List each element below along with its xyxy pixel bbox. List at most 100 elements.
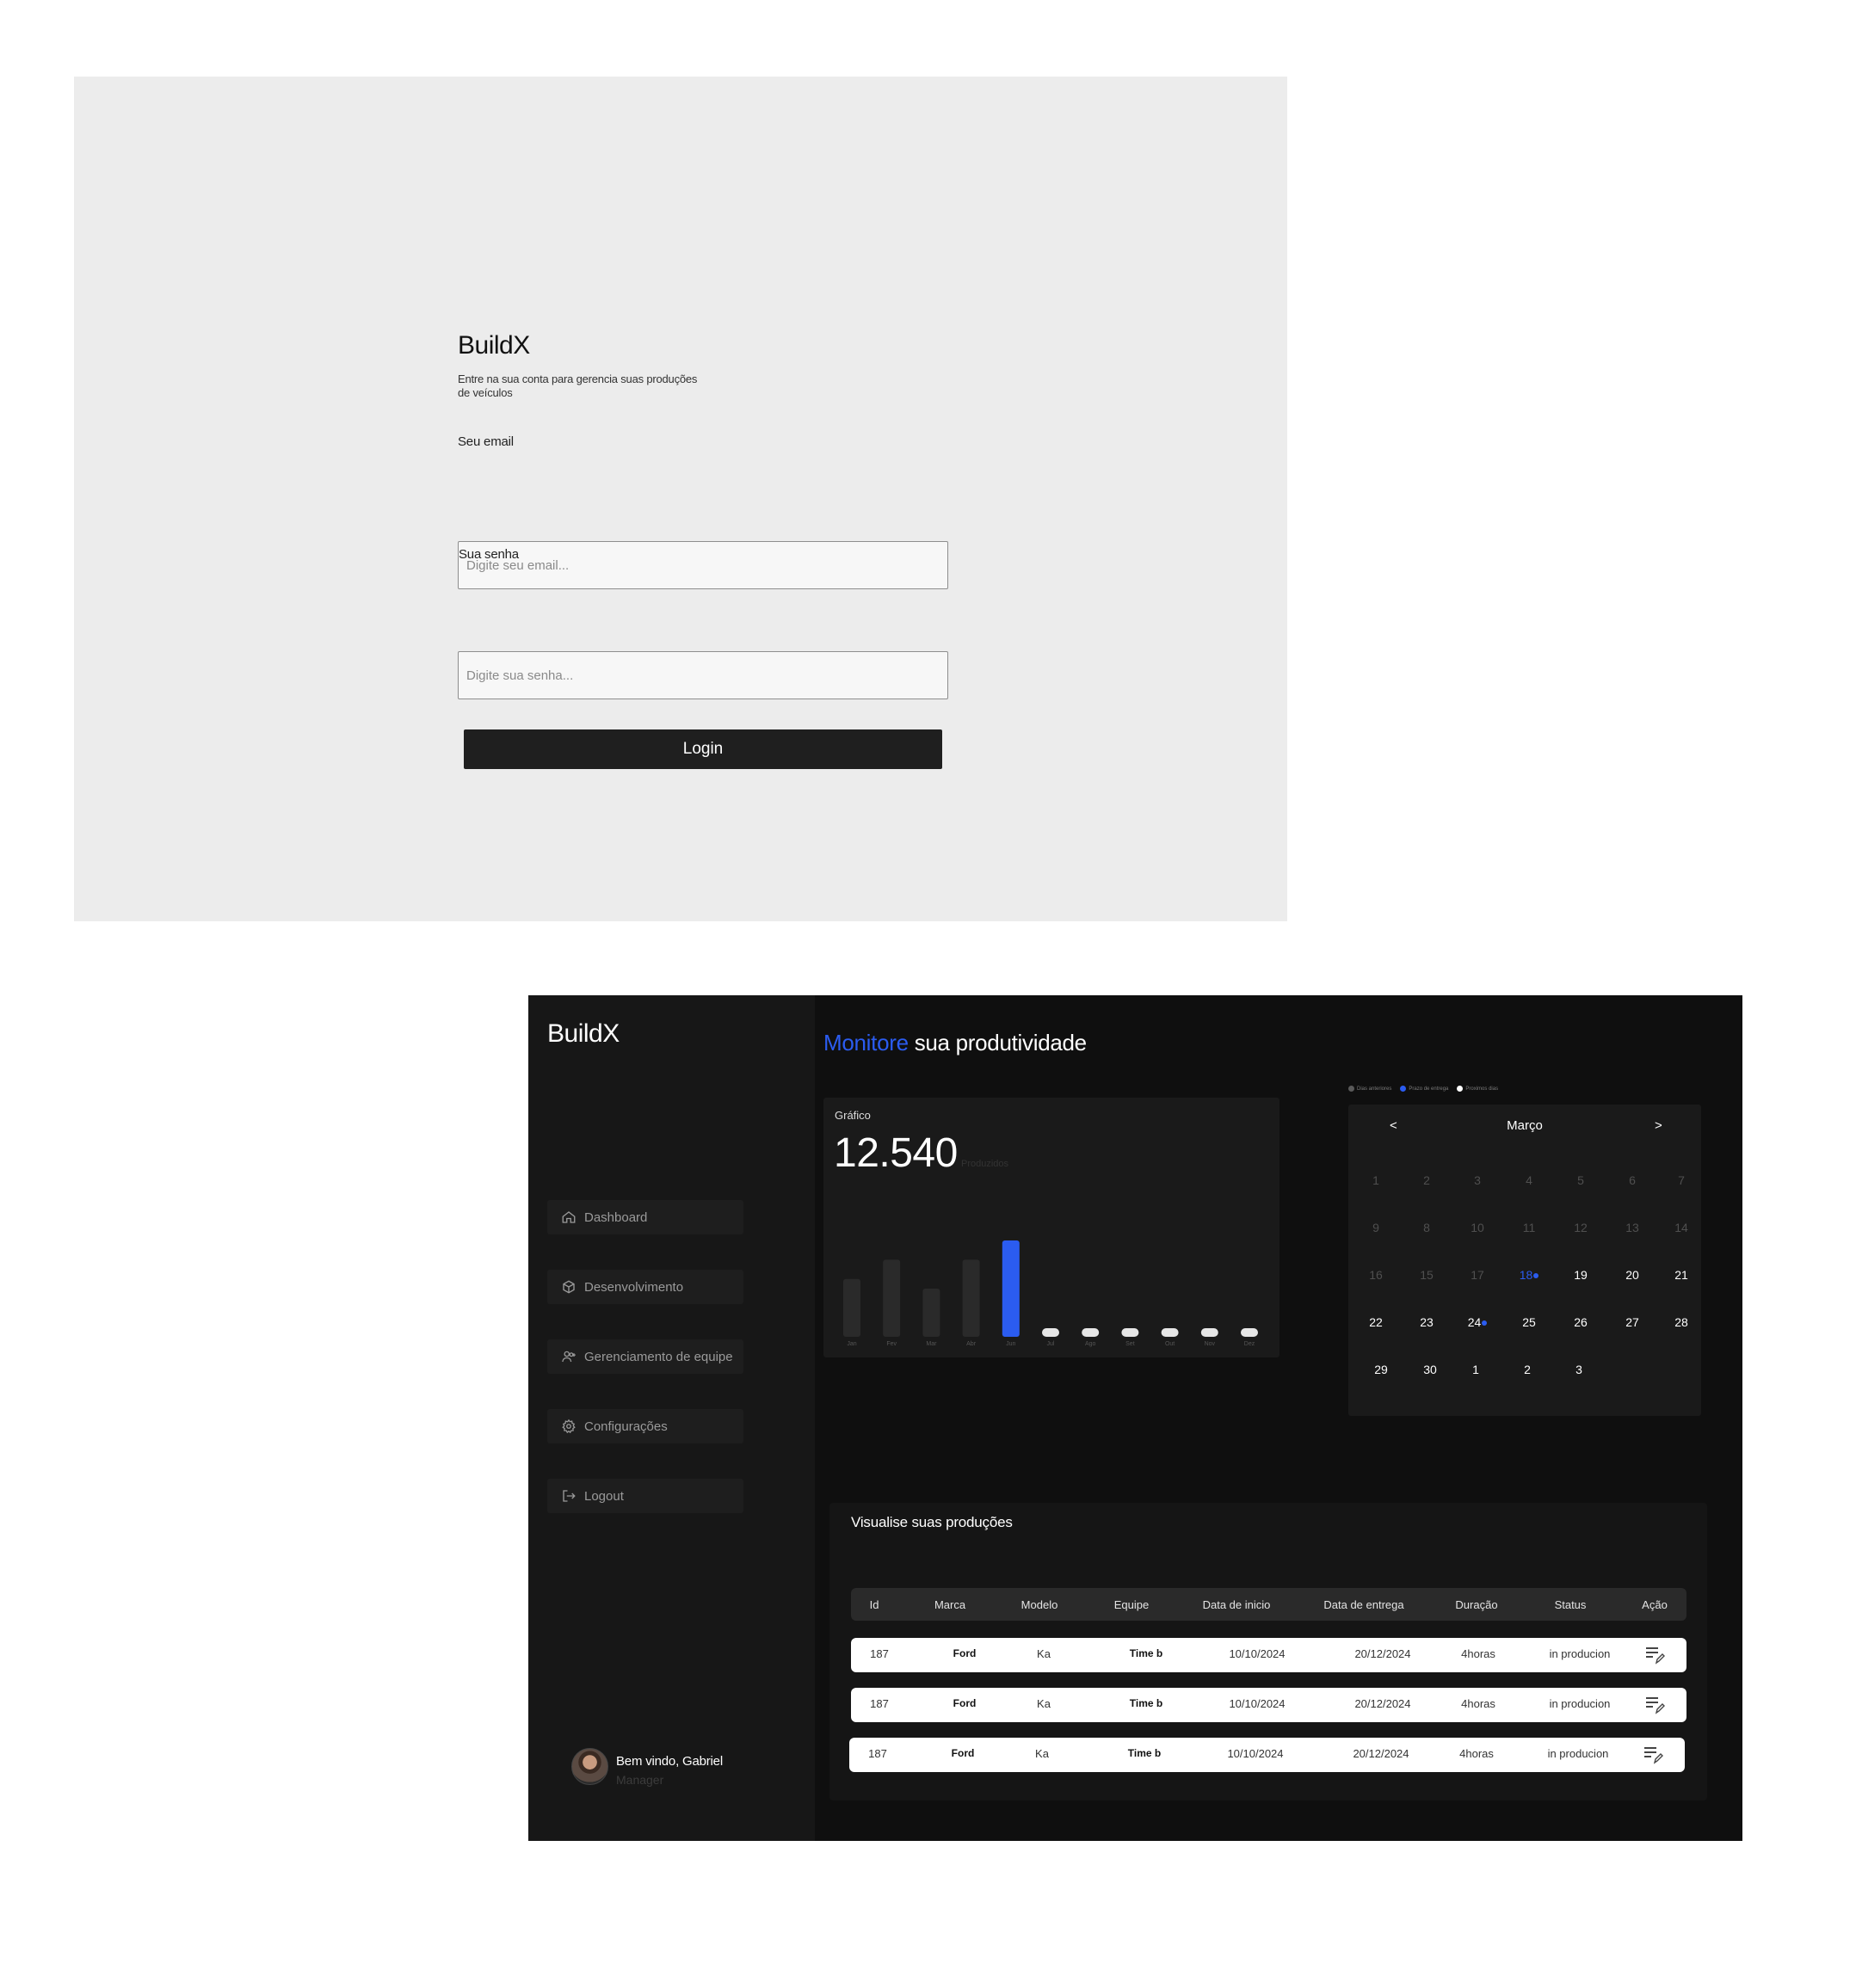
- table-cell: in producion: [1549, 1647, 1611, 1660]
- calendar-day[interactable]: 2: [1510, 1363, 1545, 1376]
- dashboard-logo: BuildX: [547, 1019, 620, 1048]
- table-row[interactable]: 187 Ford Ka Time b 10/10/2024 20/12/2024 4hora…: [851, 1688, 1686, 1722]
- calendar-day[interactable]: 3: [1562, 1363, 1596, 1376]
- calendar-legend: Dias anteriores Prazo de entrega Proximos …: [1348, 1086, 1507, 1092]
- calendar-day[interactable]: 24: [1460, 1315, 1495, 1329]
- calendar-day[interactable]: 3: [1460, 1173, 1495, 1187]
- table-cell: Time b: [1129, 1647, 1163, 1659]
- sidebar-item-dashboard[interactable]: Dashboard: [547, 1200, 743, 1234]
- calendar-day[interactable]: 16: [1359, 1268, 1393, 1282]
- login-button[interactable]: Login: [464, 729, 942, 769]
- sidebar-item-desenvolvimento[interactable]: Desenvolvimento: [547, 1270, 743, 1304]
- column-header[interactable]: Data de entrega: [1304, 1598, 1424, 1611]
- calendar-day[interactable]: 1: [1359, 1173, 1393, 1187]
- column-header[interactable]: Id: [857, 1598, 891, 1611]
- table-cell: in producion: [1549, 1697, 1611, 1710]
- user-profile[interactable]: Bem vindo, Gabriel Manager: [571, 1748, 723, 1787]
- login-subtitle: Entre na sua conta para gerencia suas pr…: [458, 372, 698, 399]
- column-header[interactable]: Modelo: [1005, 1598, 1074, 1611]
- calendar-day[interactable]: 17: [1460, 1268, 1495, 1282]
- calendar-day[interactable]: 28: [1664, 1315, 1699, 1329]
- calendar-day[interactable]: 15: [1409, 1268, 1444, 1282]
- chart-xtick-label: Mar: [926, 1341, 937, 1347]
- calendar-day[interactable]: 1: [1458, 1363, 1493, 1376]
- user-add-icon: [562, 1351, 576, 1363]
- page-title-rest: sua produtividade: [908, 1030, 1087, 1056]
- column-header[interactable]: Ação: [1629, 1598, 1680, 1611]
- calendar-day[interactable]: 19: [1563, 1268, 1598, 1282]
- calendar-day[interactable]: 30: [1413, 1363, 1447, 1376]
- calendar-day-number: 22: [1369, 1315, 1383, 1329]
- calendar-legend-item: Prazo de entrega: [1400, 1086, 1448, 1092]
- calendar-day[interactable]: 5: [1563, 1173, 1598, 1187]
- legend-dot-icon: [1457, 1086, 1464, 1092]
- calendar-day[interactable]: 26: [1563, 1315, 1598, 1329]
- calendar-day[interactable]: 4: [1512, 1173, 1546, 1187]
- calendar-day[interactable]: 14: [1664, 1221, 1699, 1234]
- calendar-legend-item: Dias anteriores: [1348, 1086, 1391, 1092]
- user-name: Bem vindo, Gabriel: [616, 1754, 723, 1769]
- sidebar-item-configuracoes[interactable]: Configurações: [547, 1409, 743, 1443]
- chart-bar-ago: [1082, 1328, 1100, 1337]
- chart-xtick-label: Set: [1125, 1341, 1135, 1347]
- edit-list-icon[interactable]: [1643, 1745, 1663, 1764]
- calendar-day[interactable]: 13: [1615, 1221, 1649, 1234]
- calendar-day[interactable]: 9: [1359, 1221, 1393, 1234]
- column-header[interactable]: Marca: [916, 1598, 984, 1611]
- calendar-day[interactable]: 6: [1615, 1173, 1649, 1187]
- calendar-day[interactable]: 7: [1664, 1173, 1699, 1187]
- sidebar-item-logout[interactable]: Logout: [547, 1479, 743, 1513]
- calendar-next-button[interactable]: >: [1655, 1118, 1662, 1133]
- calendar-day-number: 7: [1678, 1173, 1685, 1187]
- password-label: Sua senha: [459, 547, 519, 562]
- calendar-day[interactable]: 2: [1409, 1173, 1444, 1187]
- dashboard-screen: BuildX Dashboard Desenvolvimento Gerenci…: [528, 995, 1742, 1841]
- calendar-day[interactable]: 18: [1512, 1268, 1546, 1282]
- calendar-day-number: 18: [1519, 1268, 1533, 1282]
- calendar-day-number: 24: [1467, 1315, 1482, 1329]
- calendar-day-number: 10: [1471, 1221, 1484, 1234]
- table-row[interactable]: 187 Ford Ka Time b 10/10/2024 20/12/2024 4hora…: [849, 1738, 1685, 1772]
- edit-list-icon[interactable]: [1644, 1696, 1665, 1714]
- chart-bar-abr: [962, 1259, 980, 1337]
- calendar-day[interactable]: 23: [1409, 1315, 1444, 1329]
- calendar-day-number: 4: [1526, 1173, 1532, 1187]
- calendar-day[interactable]: 11: [1512, 1221, 1546, 1234]
- calendar-day[interactable]: 12: [1563, 1221, 1598, 1234]
- sidebar-item-gerenciamento[interactable]: Gerenciamento de equipe: [547, 1339, 743, 1374]
- calendar-day[interactable]: 22: [1359, 1315, 1393, 1329]
- column-header[interactable]: Status: [1519, 1598, 1622, 1611]
- chart-xtick-label: Nov: [1205, 1341, 1216, 1347]
- avatar: [571, 1748, 608, 1785]
- calendar-day[interactable]: 20: [1615, 1268, 1649, 1282]
- productions-title: Visualise suas produções: [851, 1514, 1013, 1530]
- calendar-day-number: 20: [1625, 1268, 1639, 1282]
- table-cell: 10/10/2024: [1229, 1697, 1286, 1710]
- login-screen: BuildX Entre na sua conta para gerencia …: [74, 77, 1287, 921]
- productions-panel: Visualise suas produções Id Marca Modelo Eq…: [829, 1503, 1707, 1800]
- calendar-day[interactable]: 8: [1409, 1221, 1444, 1234]
- calendar-day[interactable]: 21: [1664, 1268, 1699, 1282]
- chart-xtick-label: Fev: [886, 1341, 897, 1347]
- edit-list-icon[interactable]: [1644, 1646, 1665, 1665]
- chart-xtick-label: Jan: [847, 1341, 856, 1347]
- calendar-day[interactable]: 25: [1512, 1315, 1546, 1329]
- calendar-day[interactable]: 10: [1460, 1221, 1495, 1234]
- calendar-day-number: 13: [1625, 1221, 1639, 1234]
- calendar-day-number: 8: [1423, 1221, 1430, 1234]
- column-header[interactable]: Duração: [1438, 1598, 1515, 1611]
- chart-bar-out: [1161, 1328, 1179, 1337]
- deadline-marker-icon: [1482, 1320, 1488, 1326]
- calendar-day[interactable]: 27: [1615, 1315, 1649, 1329]
- column-header[interactable]: Equipe: [1097, 1598, 1166, 1611]
- chart-bar-jun: [1002, 1240, 1020, 1337]
- email-field[interactable]: [458, 541, 948, 589]
- chart-bar-dez: [1241, 1328, 1258, 1337]
- calendar-day[interactable]: 29: [1364, 1363, 1398, 1376]
- calendar-day-number: 1: [1472, 1363, 1479, 1376]
- table-row[interactable]: 187 Ford Ka Time b 10/10/2024 20/12/2024 4hora…: [851, 1638, 1686, 1672]
- column-header[interactable]: Data de inicio: [1185, 1598, 1288, 1611]
- password-field[interactable]: [458, 651, 948, 699]
- page-title: Monitore sua produtividade: [823, 1030, 1087, 1056]
- calendar-day-number: 26: [1574, 1315, 1588, 1329]
